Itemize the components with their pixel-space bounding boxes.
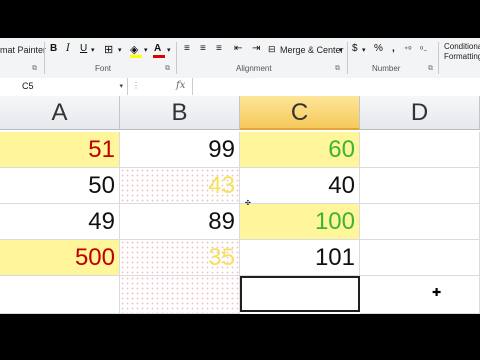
merge-center-icon[interactable]: ⊟: [268, 44, 276, 55]
conditional-formatting-label-1: Conditional: [444, 42, 480, 51]
formula-bar: C5 ▾ ⋮ fx: [0, 78, 480, 97]
decrease-decimal-icon[interactable]: ⁰₋: [420, 45, 427, 54]
alignment-group-label: Alignment: [236, 64, 272, 73]
number-launcher-icon[interactable]: ⧉: [428, 65, 433, 73]
underline-button[interactable]: U: [80, 43, 87, 54]
cell-b2[interactable]: 43: [120, 168, 240, 204]
column-header-c[interactable]: C: [240, 96, 360, 130]
alignment-launcher-icon[interactable]: ⧉: [335, 65, 340, 73]
cell-c2[interactable]: 40: [240, 168, 360, 204]
small-pointer-icon: ✣: [245, 200, 251, 207]
currency-button[interactable]: $: [352, 43, 358, 54]
borders-dropdown-icon[interactable]: ▾: [118, 46, 122, 54]
percent-button[interactable]: %: [374, 43, 383, 54]
decrease-indent-icon[interactable]: ⇤: [234, 43, 242, 54]
font-color-swatch: [153, 55, 165, 58]
cell-c5-active[interactable]: [240, 276, 360, 312]
cell-b3[interactable]: 89: [120, 204, 240, 240]
insert-function-button[interactable]: fx: [176, 80, 185, 91]
cell-c4[interactable]: 101: [240, 240, 360, 276]
cell-d1[interactable]: [360, 132, 480, 168]
comma-style-button[interactable]: ,: [392, 43, 395, 54]
number-group-label: Number: [372, 64, 401, 73]
borders-icon[interactable]: ⊞: [104, 43, 113, 56]
align-right-icon[interactable]: ≡: [216, 43, 222, 54]
font-group-label: Font: [95, 64, 112, 73]
column-header-b[interactable]: B: [120, 96, 240, 130]
fill-color-dropdown-icon[interactable]: ▾: [144, 46, 148, 54]
cell-grid: 51 99 60 50 43 40 49 89 100 500 35 101 ✣…: [0, 130, 480, 314]
merge-center-button[interactable]: Merge & Center: [280, 45, 344, 55]
currency-dropdown-icon[interactable]: ▾: [362, 46, 366, 54]
clipboard-launcher-icon[interactable]: ⧉: [32, 65, 37, 73]
font-color-dropdown-icon[interactable]: ▾: [167, 46, 171, 54]
underline-dropdown-icon[interactable]: ▾: [91, 46, 95, 54]
conditional-formatting-button[interactable]: Conditional Formatting: [442, 42, 480, 72]
name-box-dropdown-icon[interactable]: ▾: [119, 78, 123, 95]
bold-button[interactable]: B: [50, 43, 57, 54]
increase-decimal-icon[interactable]: ⁺⁰: [404, 45, 411, 54]
formula-input[interactable]: [192, 78, 480, 95]
cell-a4[interactable]: 500: [0, 240, 120, 276]
cell-d5[interactable]: [360, 276, 480, 314]
cell-b4[interactable]: 35: [120, 240, 240, 276]
increase-indent-icon[interactable]: ⇥: [252, 43, 260, 54]
column-header-d[interactable]: D: [360, 96, 480, 130]
font-color-icon[interactable]: A: [154, 43, 161, 54]
cell-a5[interactable]: [0, 276, 120, 314]
align-left-icon[interactable]: ≡: [184, 43, 190, 54]
cell-a2[interactable]: 50: [0, 168, 120, 204]
fill-color-swatch: [130, 55, 142, 58]
cell-d2[interactable]: [360, 168, 480, 204]
ribbon-separator: [347, 42, 348, 74]
ribbon-separator: [176, 42, 177, 74]
formula-bar-grip-icon: ⋮: [132, 81, 141, 90]
cell-a1[interactable]: 51: [0, 132, 120, 168]
name-box-value: C5: [22, 81, 34, 91]
ribbon-separator: [438, 42, 439, 74]
cell-d3[interactable]: [360, 204, 480, 240]
align-center-icon[interactable]: ≡: [200, 43, 206, 54]
cell-d4[interactable]: [360, 240, 480, 276]
ribbon-separator: [44, 42, 45, 74]
cell-c3[interactable]: 100: [240, 204, 360, 240]
column-header-a[interactable]: A: [0, 96, 120, 130]
font-launcher-icon[interactable]: ⧉: [165, 65, 170, 73]
cell-b1[interactable]: 99: [120, 132, 240, 168]
format-painter-button[interactable]: mat Painter: [0, 45, 46, 55]
conditional-formatting-label-2: Formatting: [444, 52, 480, 61]
spreadsheet-window: mat Painter ⧉ B I U ▾ ⊞ ▾ ◈ ▾ A ▾ Font ⧉…: [0, 0, 480, 360]
ribbon: mat Painter ⧉ B I U ▾ ⊞ ▾ ◈ ▾ A ▾ Font ⧉…: [0, 38, 480, 79]
cell-c1[interactable]: 60: [240, 132, 360, 168]
cell-a3[interactable]: 49: [0, 204, 120, 240]
cell-b5[interactable]: [120, 276, 240, 314]
name-box[interactable]: C5 ▾: [0, 78, 128, 95]
plus-cursor-icon: ✚: [432, 287, 442, 299]
merge-dropdown-icon[interactable]: ▾: [339, 46, 343, 54]
italic-button[interactable]: I: [66, 43, 70, 54]
